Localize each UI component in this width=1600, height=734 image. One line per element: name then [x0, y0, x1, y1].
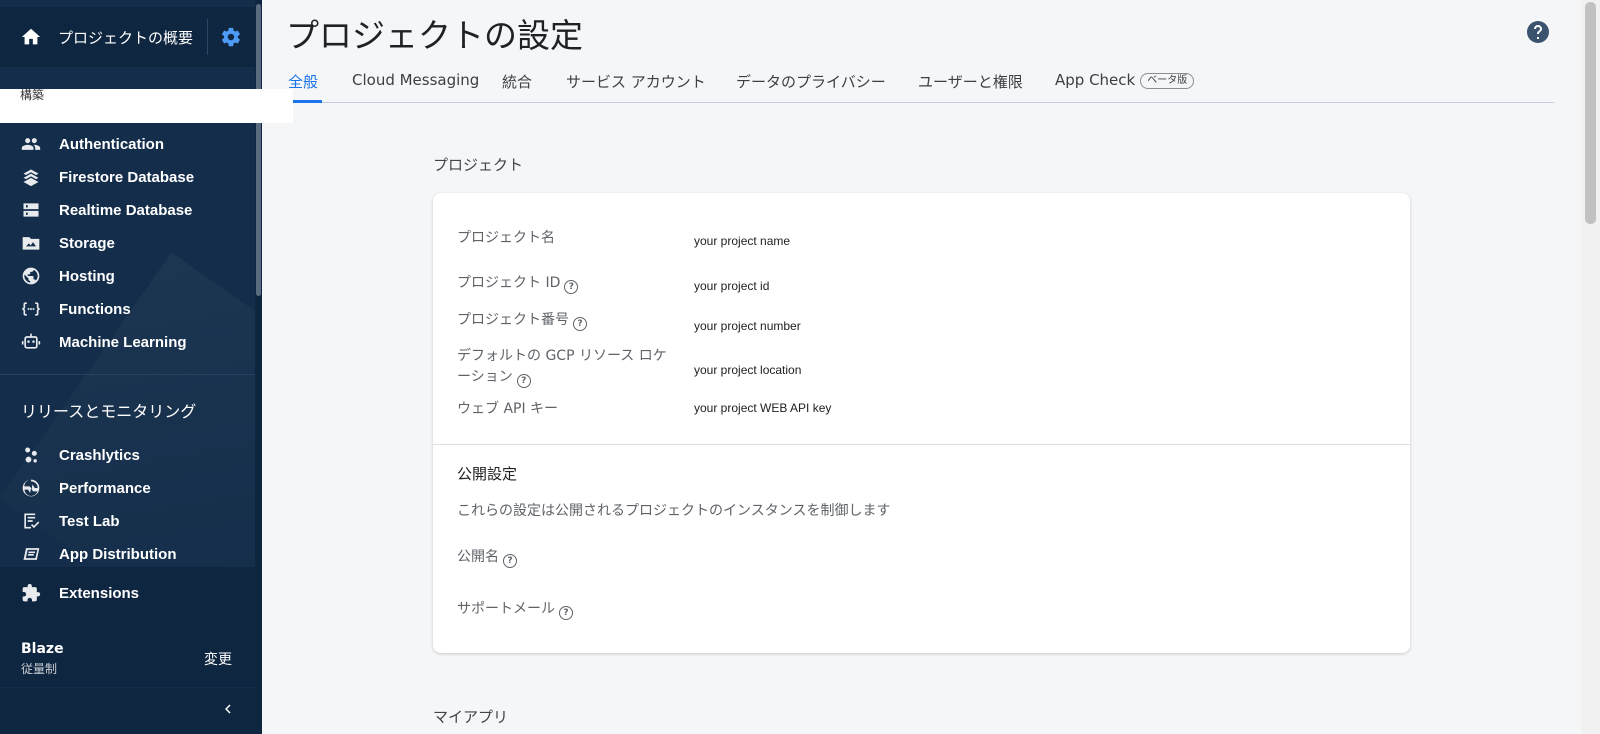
settings-tabs: 全般 Cloud Messaging 統合 サービス アカウント データのプライ… — [288, 66, 1554, 103]
sidebar-item-label: App Distribution — [59, 545, 177, 563]
sidebar-section-build: 構築 — [20, 88, 45, 102]
help-circle-icon[interactable]: ? — [559, 606, 573, 620]
help-circle-icon[interactable]: ? — [573, 317, 587, 331]
sidebar-scrollbar-thumb[interactable] — [256, 4, 261, 296]
project-number-label: プロジェクト番号 — [457, 312, 569, 328]
help-circle-icon[interactable]: ? — [503, 554, 517, 568]
sidebar-item-label: Extensions — [59, 584, 140, 602]
project-overview-label: プロジェクトの概要 — [58, 28, 194, 47]
card-divider — [433, 444, 1410, 445]
sidebar-item-app-distribution[interactable]: App Distribution — [0, 538, 255, 570]
sidebar-item-label: Hosting — [59, 267, 115, 285]
support-email-label-row: サポートメール? — [457, 599, 573, 620]
public-settings-title: 公開設定 — [457, 465, 518, 483]
sidebar-item-label: Functions — [59, 300, 131, 318]
storage-icon — [22, 237, 40, 250]
public-name-label-row: 公開名? — [457, 547, 517, 568]
default-location-label-line2: ーション — [457, 369, 513, 385]
public-name-label: 公開名 — [457, 549, 499, 565]
tab-app-check-label: App Check — [1055, 71, 1136, 89]
tab-data-privacy[interactable]: データのプライバシー — [736, 71, 886, 92]
project-section-heading: プロジェクト — [433, 156, 524, 174]
sidebar-item-label: Machine Learning — [59, 333, 187, 351]
support-email-label: サポートメール — [457, 601, 555, 617]
people-icon — [21, 138, 41, 150]
redaction-bar: 構築 — [0, 88, 293, 123]
sidebar-item-performance[interactable]: Performance — [0, 472, 255, 504]
divider — [207, 19, 208, 55]
tab-service-accounts[interactable]: サービス アカウント — [566, 71, 706, 92]
web-api-key-value: your project WEB API key — [694, 401, 832, 415]
sidebar-extensions-block: Extensions — [0, 567, 255, 625]
project-number-label-row: プロジェクト番号? — [457, 310, 587, 331]
project-id-value: your project id — [694, 279, 770, 293]
beta-badge: ベータ版 — [1140, 73, 1195, 89]
tab-app-check[interactable]: App Check ベータ版 — [1055, 71, 1195, 89]
active-tab-indicator — [288, 100, 322, 103]
sidebar-divider — [0, 374, 255, 375]
sidebar-item-functions[interactable]: Functions — [0, 293, 255, 325]
crashlytics-icon — [25, 447, 37, 463]
sidebar-item-test-lab[interactable]: Test Lab — [0, 505, 255, 537]
sidebar-item-machine-learning[interactable]: Machine Learning — [0, 326, 255, 358]
extensions-icon — [22, 583, 41, 602]
my-apps-heading: マイアプリ — [433, 708, 509, 726]
help-circle-icon[interactable]: ? — [564, 280, 579, 294]
page-title: プロジェクトの設定 — [286, 16, 583, 55]
main-scrollbar[interactable] — [1581, 0, 1600, 734]
performance-icon — [22, 479, 40, 497]
sidebar-section-release[interactable]: リリースとモニタリング — [21, 398, 196, 422]
chevron-left-icon — [225, 704, 231, 714]
sidebar-item-label: Test Lab — [59, 512, 120, 530]
change-plan-button[interactable]: 変更 — [204, 649, 232, 669]
functions-icon — [21, 302, 41, 316]
default-location-value: your project location — [694, 363, 802, 377]
web-api-key-label: ウェブ API キー — [457, 401, 559, 417]
firestore-icon — [23, 169, 39, 187]
sidebar-item-realtime-database[interactable]: Realtime Database — [0, 194, 255, 226]
sidebar-item-label: Firestore Database — [59, 168, 195, 186]
gear-icon[interactable] — [220, 26, 242, 48]
tab-users-permissions[interactable]: ユーザーと権限 — [918, 71, 1023, 92]
project-name-label: プロジェクト名 — [457, 230, 555, 246]
project-settings-card: プロジェクト名 your project name プロジェクト ID? you… — [433, 193, 1410, 653]
app-distribution-icon — [23, 548, 40, 560]
sidebar-item-label: Storage — [59, 234, 115, 252]
sidebar-item-crashlytics[interactable]: Crashlytics — [0, 439, 255, 471]
sidebar-item-extensions[interactable]: Extensions — [0, 577, 255, 609]
robot-icon — [21, 333, 41, 349]
sidebar-item-label: Performance — [59, 479, 151, 497]
project-number-value: your project number — [694, 319, 801, 333]
home-icon — [21, 28, 41, 45]
sidebar-item-authentication[interactable]: Authentication — [0, 128, 255, 160]
plan-name: Blaze — [21, 641, 64, 657]
test-lab-icon — [24, 513, 40, 529]
sidebar-item-label: Crashlytics — [59, 446, 140, 464]
default-location-label-row: デフォルトの GCP リソース ロケ ーション? — [457, 346, 667, 388]
project-id-label-row: プロジェクト ID? — [457, 273, 579, 294]
help-icon[interactable] — [1526, 20, 1550, 44]
plan-type: 従量制 — [21, 662, 58, 676]
public-settings-description: これらの設定は公開されるプロジェクトのインスタンスを制御します — [457, 503, 891, 519]
globe-icon — [22, 267, 40, 285]
sidebar-item-hosting[interactable]: Hosting — [0, 260, 255, 292]
collapse-sidebar-button[interactable] — [0, 688, 255, 734]
main-scrollbar-thumb[interactable] — [1585, 2, 1596, 224]
project-id-label: プロジェクト ID — [457, 275, 561, 291]
help-circle-icon[interactable]: ? — [516, 374, 531, 388]
plan-block: Blaze 従量制 変更 — [0, 625, 255, 687]
tab-cloud-messaging[interactable]: Cloud Messaging — [352, 71, 479, 89]
project-name-value: your project name — [694, 234, 791, 248]
sidebar-item-firestore[interactable]: Firestore Database — [0, 161, 255, 193]
tab-integrations[interactable]: 統合 — [502, 71, 532, 92]
database-icon — [23, 203, 39, 217]
sidebar-item-label: Authentication — [59, 135, 164, 153]
default-location-label-line1: デフォルトの GCP リソース ロケ — [457, 348, 667, 364]
sidebar-item-storage[interactable]: Storage — [0, 227, 255, 259]
sidebar-item-label: Realtime Database — [59, 201, 193, 219]
project-overview-item[interactable]: プロジェクトの概要 — [0, 7, 255, 67]
